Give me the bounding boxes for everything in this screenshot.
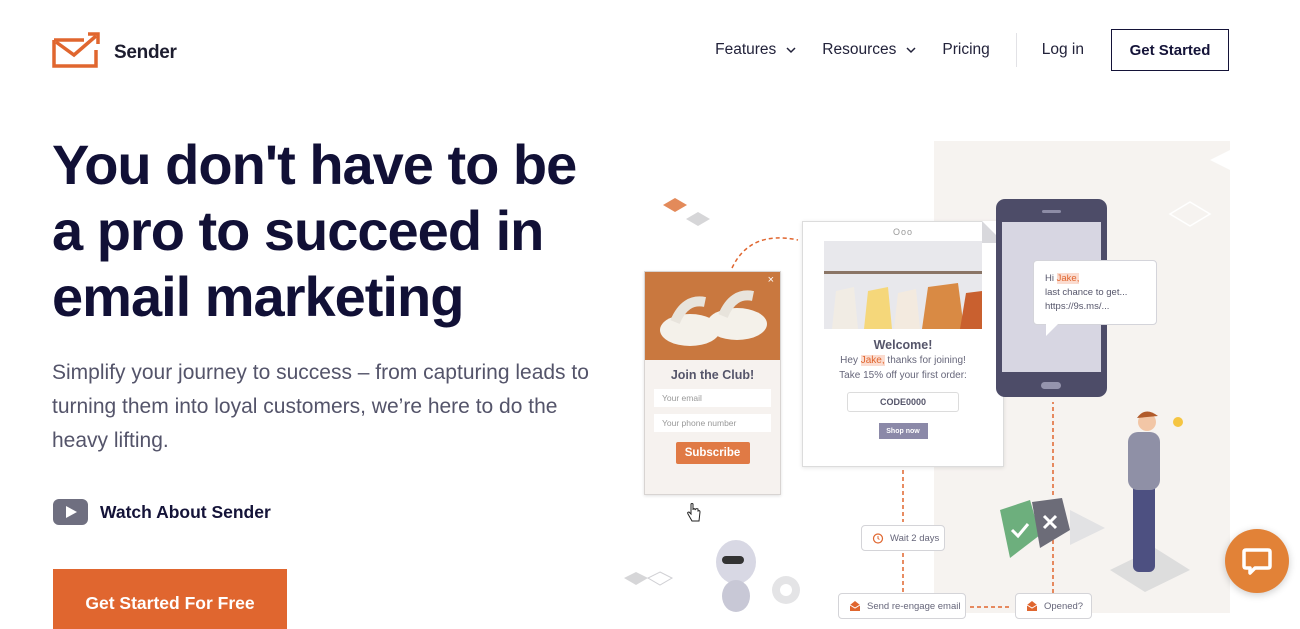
live-chat-button[interactable] xyxy=(1225,529,1289,593)
sms-greeting: Hi Jake, xyxy=(1045,272,1156,286)
highlighted-name: Jake, xyxy=(860,355,885,366)
chat-icon xyxy=(1242,548,1272,575)
login-link[interactable]: Log in xyxy=(1042,41,1084,59)
flow-send-step: Send re-engage email xyxy=(838,593,966,619)
flow-wait-step: Wait 2 days xyxy=(861,525,945,551)
welcome-email-preview: Ooo Welcome! Hey Jake, thanks for joinin… xyxy=(802,221,1004,467)
main-nav: Features Resources Pricing Log in Get St… xyxy=(715,29,1229,71)
person-figure xyxy=(1110,411,1190,592)
nav-resources-label: Resources xyxy=(822,41,897,58)
diamond-white xyxy=(1210,150,1230,170)
popup-subscribe-button: Subscribe xyxy=(675,442,750,464)
diamond-outline xyxy=(1168,201,1212,227)
email-title: Welcome! xyxy=(873,338,933,352)
email-dots: Ooo xyxy=(892,227,913,237)
sender-logo-icon xyxy=(52,32,100,68)
hero-subtitle: Simplify your journey to success – from … xyxy=(52,361,589,452)
diamond-gray xyxy=(686,212,710,226)
logo[interactable]: Sender xyxy=(52,32,177,68)
cross-block xyxy=(1032,498,1070,548)
greeting-suffix: thanks for joining! xyxy=(884,355,966,366)
play-icon xyxy=(53,499,88,525)
watch-video-link[interactable]: Watch About Sender xyxy=(53,499,271,525)
clothes-rack-image xyxy=(824,241,982,329)
flow-send-label: Send re-engage email xyxy=(867,600,961,612)
envelope-icon xyxy=(1026,601,1038,611)
discount-code: CODE0000 xyxy=(847,392,959,412)
popup-phone-field: Your phone number xyxy=(654,414,771,432)
sms-link: https://9s.ms/... xyxy=(1045,301,1110,312)
diamond-small-gray xyxy=(624,572,648,585)
flow-wait-label: Wait 2 days xyxy=(890,532,940,544)
shop-now-button: Shop now xyxy=(878,423,928,439)
envelope-icon xyxy=(849,601,861,611)
logo-text: Sender xyxy=(114,42,177,63)
diamond-orange xyxy=(663,198,687,212)
popup-title: Join the Club! xyxy=(670,368,755,382)
sms-tail xyxy=(1046,324,1058,336)
alarm-clock-icon xyxy=(872,533,884,544)
nav-divider xyxy=(1015,33,1017,67)
flow-opened-label: Opened? xyxy=(1044,600,1084,612)
phone-speaker xyxy=(1042,210,1061,213)
email-greeting: Hey Jake, thanks for joining! xyxy=(803,355,1003,367)
site-header: Sender Features Resources Pricing Log in… xyxy=(0,0,1300,100)
greeting-prefix: Hey xyxy=(840,355,861,366)
nav-pricing[interactable]: Pricing xyxy=(942,41,989,59)
get-started-button[interactable]: Get Started xyxy=(1111,29,1229,71)
get-started-free-button[interactable]: Get Started For Free xyxy=(53,569,287,629)
nav-pricing-label: Pricing xyxy=(942,41,990,58)
popup-email-field: Your email xyxy=(654,389,771,407)
nav-features-label: Features xyxy=(715,41,777,58)
phone-home-button xyxy=(1041,382,1061,389)
nav-features[interactable]: Features xyxy=(715,41,796,59)
flow-opened-step: Opened? xyxy=(1015,593,1092,619)
hand-cursor-icon xyxy=(687,503,701,522)
close-icon: × xyxy=(767,274,774,286)
dashed-arrow-curve xyxy=(731,237,799,269)
nav-resources[interactable]: Resources xyxy=(822,41,916,59)
chevron-down-icon xyxy=(786,47,796,54)
signup-popup-preview: × Join the Club! Your email Your phone n… xyxy=(644,271,781,495)
robot-figure xyxy=(716,540,756,612)
diamond-small-outline xyxy=(646,571,674,586)
sneakers-image: × xyxy=(645,272,780,360)
sms-name: Jake, xyxy=(1056,273,1080,284)
sms-line: last chance to get... xyxy=(1045,287,1128,298)
sms-message-bubble: Hi Jake, last chance to get... https://9… xyxy=(1033,260,1157,336)
sms-greeting-prefix: Hi xyxy=(1045,273,1057,284)
email-offer: Take 15% off your first order: xyxy=(839,370,967,381)
watch-video-label: Watch About Sender xyxy=(100,501,271,522)
gear-decoration xyxy=(772,576,800,604)
chevron-down-icon xyxy=(906,47,916,54)
hero-title: You don't have to be a pro to succeed in… xyxy=(52,133,577,328)
